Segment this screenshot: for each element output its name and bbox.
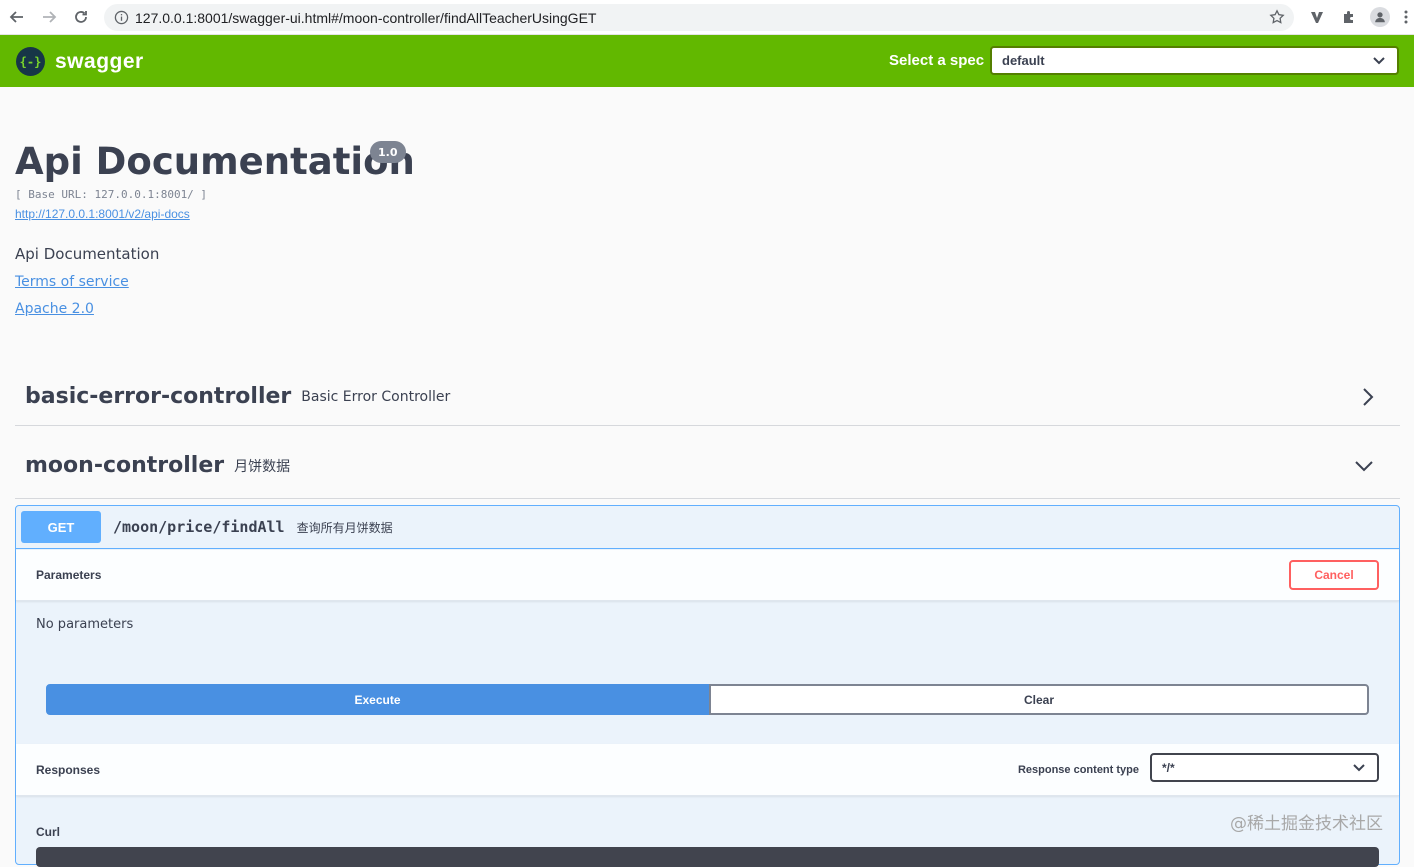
base-url: [ Base URL: 127.0.0.1:8001/ ]: [15, 188, 208, 201]
address-bar[interactable]: 127.0.0.1:8001/swagger-ui.html#/moon-con…: [104, 4, 1294, 31]
no-parameters-text: No parameters: [36, 617, 134, 632]
swagger-topbar: {-} swagger Select a spec default: [0, 35, 1414, 87]
bookmark-star-icon[interactable]: [1267, 7, 1287, 27]
info-icon[interactable]: [114, 10, 129, 25]
spec-select[interactable]: default: [990, 46, 1399, 75]
http-method-badge: GET: [21, 511, 101, 543]
reload-icon[interactable]: [70, 6, 92, 28]
response-content-type-select[interactable]: */*: [1150, 753, 1379, 782]
swagger-logo[interactable]: {-} swagger: [16, 47, 144, 76]
tag-description: 月饼数据: [234, 458, 291, 475]
execute-button[interactable]: Execute: [46, 684, 709, 715]
version-badge: 1.0: [370, 141, 406, 163]
operation-path: /moon/price/findAll: [113, 518, 285, 536]
api-description: Api Documentation: [15, 245, 160, 263]
response-content-type-value: */*: [1162, 760, 1175, 775]
operation-get-findall: GET /moon/price/findAll 查询所有月饼数据 Paramet…: [15, 505, 1400, 867]
execute-wrapper: Execute Clear: [46, 684, 1369, 715]
response-content-type-label: Response content type: [1017, 764, 1139, 776]
responses-title: Responses: [36, 763, 101, 777]
more-menu-icon[interactable]: [1400, 7, 1412, 27]
parameters-header: Parameters Cancel: [16, 550, 1399, 601]
tag-name: moon-controller: [25, 453, 225, 478]
responses-header: Responses Response content type */*: [16, 744, 1399, 796]
license-link[interactable]: Apache 2.0: [15, 301, 94, 317]
swagger-logo-icon: {-}: [16, 47, 45, 76]
extension-v-icon[interactable]: [1307, 7, 1327, 27]
back-icon[interactable]: [6, 6, 28, 28]
watermark: @稀土掘金技术社区: [1230, 814, 1383, 834]
parameters-title: Parameters: [36, 568, 102, 582]
clear-button[interactable]: Clear: [709, 684, 1369, 715]
chevron-down-icon: [1373, 56, 1385, 64]
chevron-right-icon[interactable]: [1362, 387, 1374, 407]
select-spec-label: Select a spec: [889, 52, 985, 69]
tag-name: basic-error-controller: [25, 384, 292, 409]
page-title: Api Documentation: [15, 140, 415, 183]
cancel-button[interactable]: Cancel: [1289, 560, 1379, 590]
browser-toolbar: 127.0.0.1:8001/swagger-ui.html#/moon-con…: [0, 0, 1414, 35]
extensions-puzzle-icon[interactable]: [1339, 7, 1359, 27]
curl-label: Curl: [36, 825, 60, 839]
spec-select-value: default: [1002, 53, 1045, 68]
tag-basic-error-controller[interactable]: basic-error-controller Basic Error Contr…: [15, 368, 1400, 426]
operation-summary-text: 查询所有月饼数据: [296, 520, 393, 535]
operation-summary[interactable]: GET /moon/price/findAll 查询所有月饼数据: [16, 506, 1399, 549]
tag-moon-controller[interactable]: moon-controller 月饼数据: [15, 433, 1400, 499]
chevron-down-icon: [1353, 763, 1365, 771]
swagger-logo-text: swagger: [55, 49, 144, 73]
forward-icon[interactable]: [38, 6, 60, 28]
terms-of-service-link[interactable]: Terms of service: [15, 274, 129, 290]
curl-code-block: [36, 847, 1379, 867]
api-docs-link[interactable]: http://127.0.0.1:8001/v2/api-docs: [15, 207, 190, 221]
chevron-down-icon[interactable]: [1354, 460, 1374, 472]
tag-description: Basic Error Controller: [301, 388, 451, 405]
profile-avatar-icon[interactable]: [1370, 7, 1390, 27]
url-text[interactable]: 127.0.0.1:8001/swagger-ui.html#/moon-con…: [135, 10, 596, 26]
